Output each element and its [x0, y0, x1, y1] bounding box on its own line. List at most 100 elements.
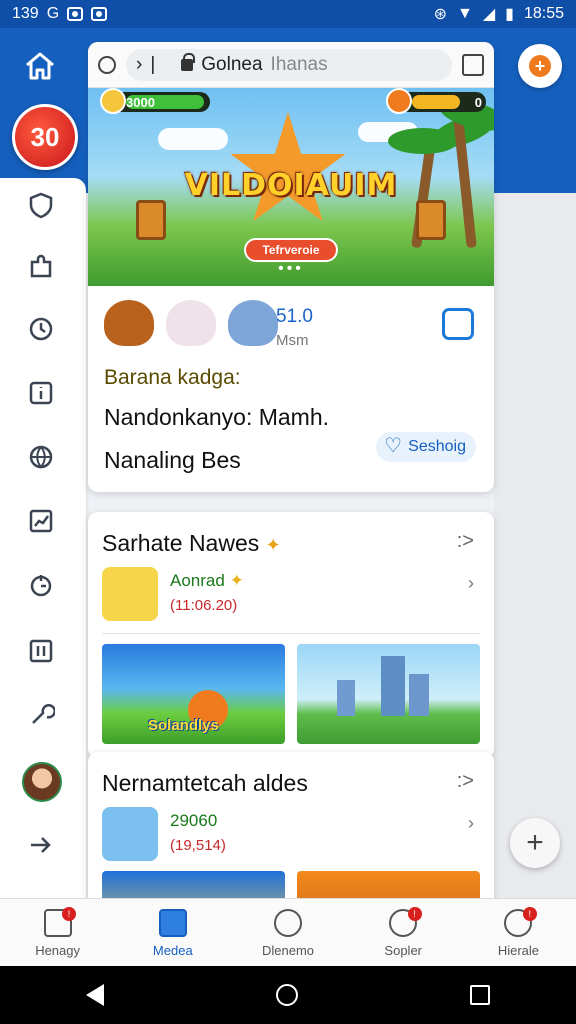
calendar-icon[interactable]	[442, 308, 474, 340]
plus-icon: +	[526, 826, 544, 859]
timer-icon[interactable]	[24, 568, 58, 602]
item-subtitle: (19,514)	[170, 837, 226, 854]
section-more-button[interactable]: :>	[457, 530, 474, 553]
building-icon	[381, 656, 405, 716]
sheep-icon	[166, 300, 216, 346]
item-title: 29060	[170, 811, 218, 830]
game-tile[interactable]: Solandlys	[102, 644, 285, 744]
info-line-2: Nandonkanyo: Mamh.	[104, 404, 330, 430]
tile-label: Solandlys	[148, 717, 219, 734]
clock-icon[interactable]	[24, 312, 58, 346]
section-more-button[interactable]: :>	[457, 770, 474, 793]
wifi-icon: ▼	[456, 5, 473, 22]
settings-icon[interactable]	[24, 698, 58, 732]
chevron-right-icon[interactable]: ›	[136, 54, 142, 76]
send-icon[interactable]	[24, 828, 58, 862]
hotspot-icon: ⊛	[433, 6, 447, 23]
cursor-icon: |	[150, 53, 156, 75]
item-subtitle: (11:06.20)	[170, 597, 238, 614]
game-thumbnail	[102, 807, 158, 861]
coin-icon	[100, 88, 126, 114]
chevron-right-icon[interactable]: ›	[468, 573, 474, 594]
notification-badge: !	[407, 907, 422, 921]
signal-icon: ◢	[482, 6, 496, 23]
item-title: Aonrad	[170, 571, 225, 590]
game-card: › | Golnea Ihanas 3000 0 VILDOIAUIM Tefr	[88, 42, 494, 492]
shield-icon[interactable]	[24, 188, 58, 222]
url-field[interactable]: › | Golnea Ihanas	[126, 48, 452, 81]
play-button[interactable]: Tefrveroie	[244, 238, 338, 262]
game-tile[interactable]	[297, 644, 480, 744]
bottom-nav: ! Henagy Medea Dlenemo ! Sopler ! Hieral…	[0, 898, 576, 966]
list-item[interactable]: Aonrad ✦ (11:06.20) ›	[102, 567, 480, 627]
coin-value: 3000	[126, 94, 155, 110]
home-circle-icon[interactable]	[276, 984, 298, 1006]
status-g-label: G	[46, 5, 60, 22]
tab-profile[interactable]: ! Hierale	[461, 899, 576, 966]
pause-icon[interactable]	[24, 634, 58, 668]
elephant-icon	[228, 300, 278, 346]
globe-icon[interactable]	[24, 440, 58, 474]
sparkle-icon: ✦	[265, 535, 281, 555]
back-icon[interactable]	[86, 984, 104, 1006]
section-title: Sarhate Nawes	[102, 530, 260, 556]
notification-badge: !	[62, 907, 76, 921]
fox-icon	[104, 300, 154, 346]
building-icon	[337, 680, 355, 716]
chevron-right-icon[interactable]: ›	[468, 813, 474, 834]
game-banner[interactable]: 3000 0 VILDOIAUIM Tefrveroie •••	[88, 88, 494, 286]
tab-chat[interactable]: ! Sopler	[346, 899, 461, 966]
carousel-dots[interactable]: •••	[88, 260, 494, 278]
recents-icon[interactable]	[470, 985, 490, 1005]
coin-counter: 3000	[100, 88, 210, 114]
home-icon[interactable]	[22, 48, 58, 84]
notification-icon	[91, 7, 108, 21]
compass-icon	[274, 909, 302, 937]
divider	[102, 633, 480, 634]
section-card: Nernamtetcah aldes :> 29060 (19,514) ›	[88, 752, 494, 922]
grid-icon	[158, 909, 187, 937]
energy-counter: 0	[386, 88, 486, 114]
system-nav	[0, 966, 576, 1024]
add-icon: +	[529, 55, 551, 77]
reload-icon[interactable]	[98, 55, 116, 74]
status-time-left: 139	[12, 5, 39, 22]
crate-icon	[136, 200, 166, 240]
add-button[interactable]: +	[518, 44, 562, 88]
tab-label: Henagy	[35, 943, 80, 958]
tab-label: Sopler	[384, 943, 422, 958]
crate-icon	[416, 200, 446, 240]
notification-badge: !	[522, 907, 537, 921]
game-badge-label: 30	[30, 121, 60, 152]
tab-home[interactable]: ! Henagy	[0, 899, 115, 966]
edit-icon[interactable]	[462, 53, 484, 76]
game-info: 51.0 Msm Barana kadga: Nandonkanyo: Mamh…	[88, 286, 494, 488]
url-secondary: Ihanas	[270, 53, 328, 75]
tab-media[interactable]: Medea	[115, 899, 230, 966]
game-badge-icon[interactable]: 30	[12, 104, 78, 170]
sparkle-icon: ✦	[229, 571, 244, 590]
game-title: VILDOIAUIM	[184, 168, 398, 203]
building-icon	[409, 674, 429, 716]
avatar[interactable]	[22, 762, 62, 802]
game-thumbnail	[102, 567, 158, 621]
status-time-right: 18:55	[523, 5, 564, 22]
list-item[interactable]: 29060 (19,514) ›	[102, 807, 480, 867]
notification-icon	[67, 7, 84, 21]
tab-label: Hierale	[497, 943, 539, 958]
puzzle-icon[interactable]	[24, 250, 58, 284]
stat-label: Msm	[276, 332, 309, 349]
status-bar: 139 G ⊛ ▼ ◢ ▮ 18:55	[0, 0, 576, 28]
subscribe-button[interactable]: Seshoig	[376, 431, 476, 462]
chart-icon[interactable]	[24, 504, 58, 538]
browser-bar: › | Golnea Ihanas	[88, 42, 494, 88]
info-icon[interactable]	[24, 376, 58, 410]
lock-icon	[181, 52, 196, 71]
add-button[interactable]: +	[510, 818, 560, 868]
stat-value: 51.0	[276, 306, 313, 327]
url-primary: Golnea	[201, 53, 263, 75]
section-title: Nernamtetcah aldes	[102, 770, 308, 796]
tab-discover[interactable]: Dlenemo	[230, 899, 345, 966]
energy-icon	[386, 88, 412, 114]
energy-value: 0	[474, 94, 482, 110]
